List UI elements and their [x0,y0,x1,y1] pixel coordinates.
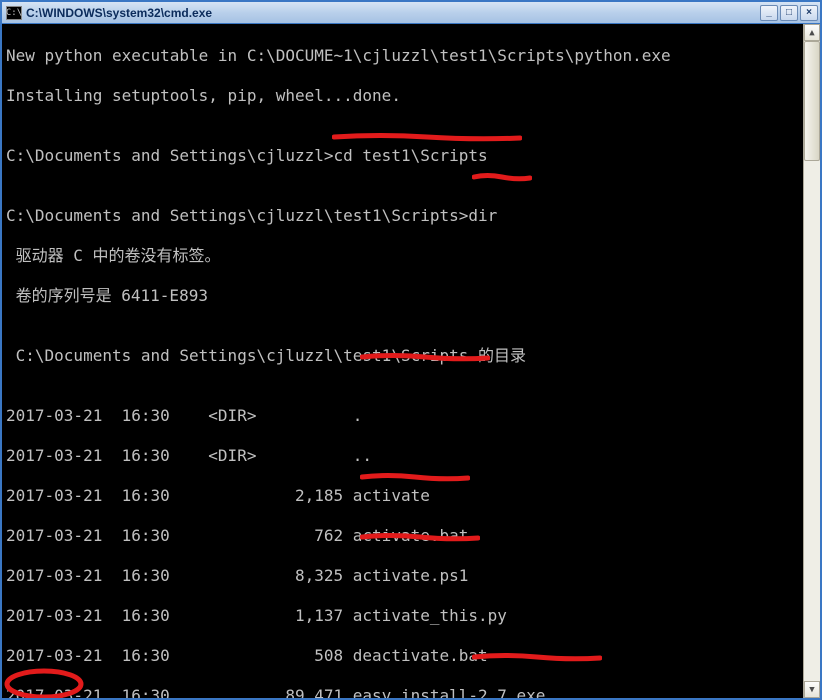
window-controls: _ □ × [760,5,818,21]
cmd-icon: C:\ [6,6,22,20]
output-line: 2017-03-21 16:30 508 deactivate.bat [6,646,820,666]
output-line: Installing setuptools, pip, wheel...done… [6,86,820,106]
output-line: C:\Documents and Settings\cjluzzl\test1\… [6,346,820,366]
terminal-output: New python executable in C:\DOCUME~1\cjl… [2,24,820,698]
output-line: 卷的序列号是 6411-E893 [6,286,820,306]
vertical-scrollbar[interactable]: ▲ ▼ [803,24,820,698]
output-line: 2017-03-21 16:30 1,137 activate_this.py [6,606,820,626]
output-line: New python executable in C:\DOCUME~1\cjl… [6,46,820,66]
terminal-client-area[interactable]: New python executable in C:\DOCUME~1\cjl… [2,24,820,698]
window-title: C:\WINDOWS\system32\cmd.exe [26,6,760,20]
output-line: 2017-03-21 16:30 <DIR> . [6,406,820,426]
output-line: C:\Documents and Settings\cjluzzl\test1\… [6,206,820,226]
cmd-window: C:\ C:\WINDOWS\system32\cmd.exe _ □ × Ne… [0,0,822,700]
output-line: 2017-03-21 16:30 <DIR> .. [6,446,820,466]
output-line: 2017-03-21 16:30 762 activate.bat [6,526,820,546]
minimize-button[interactable]: _ [760,5,778,21]
scroll-down-button[interactable]: ▼ [804,681,820,698]
output-line: 2017-03-21 16:30 2,185 activate [6,486,820,506]
maximize-button[interactable]: □ [780,5,798,21]
output-line: C:\Documents and Settings\cjluzzl>cd tes… [6,146,820,166]
close-button[interactable]: × [800,5,818,21]
output-line: 驱动器 C 中的卷没有标签。 [6,246,820,266]
scroll-up-button[interactable]: ▲ [804,24,820,41]
output-line: 2017-03-21 16:30 8,325 activate.ps1 [6,566,820,586]
scroll-thumb[interactable] [804,41,820,161]
scroll-track[interactable] [804,41,820,681]
output-line: 2017-03-21 16:30 89,471 easy_install-2.7… [6,686,820,698]
titlebar[interactable]: C:\ C:\WINDOWS\system32\cmd.exe _ □ × [2,2,820,24]
